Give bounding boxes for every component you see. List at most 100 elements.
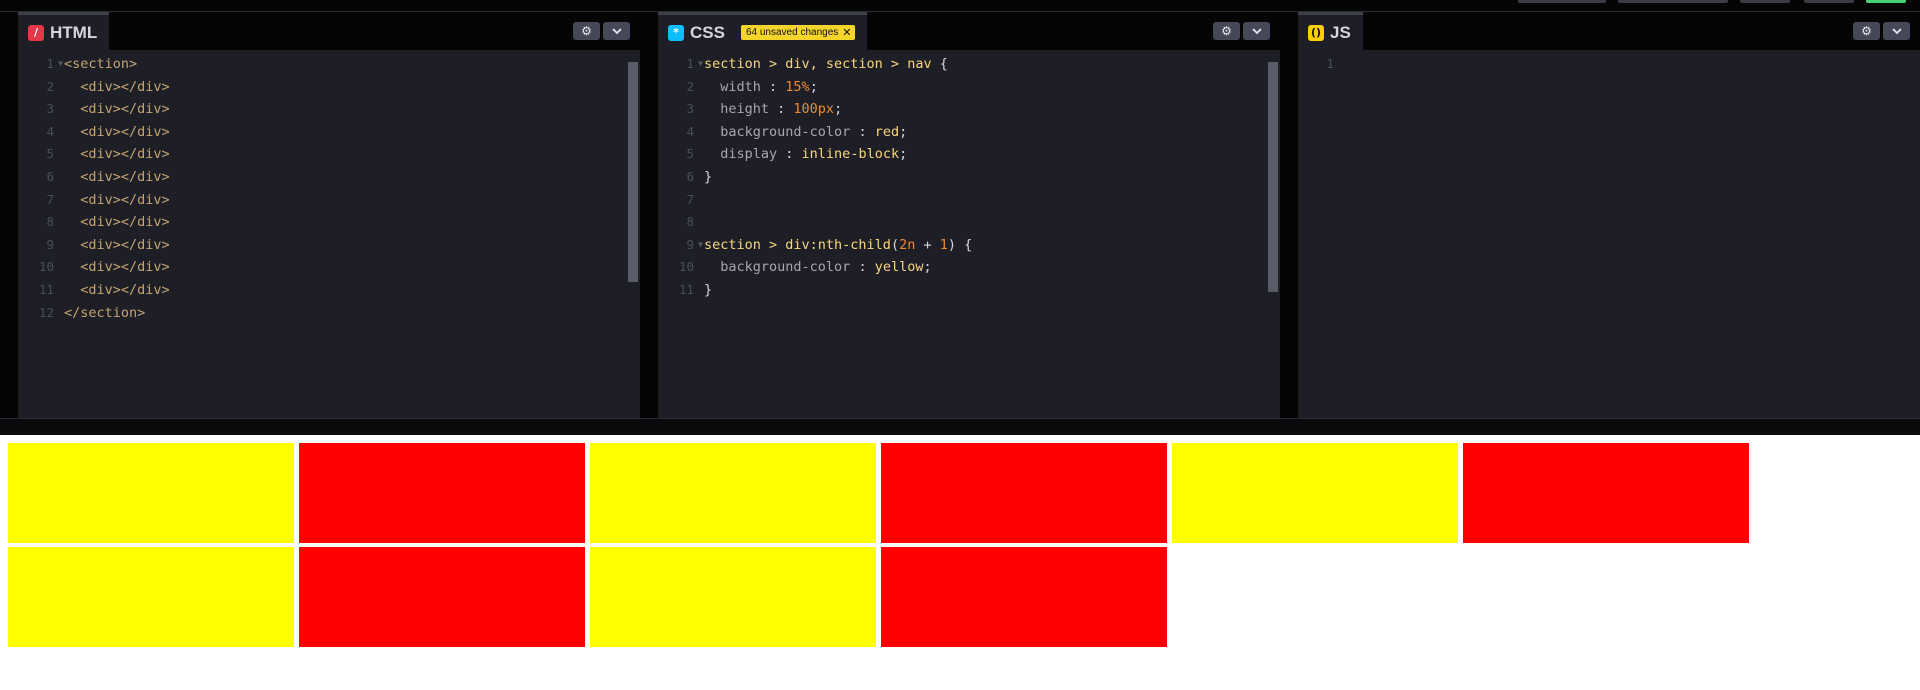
resize-divider[interactable] — [0, 418, 1920, 435]
preview-box-red — [881, 547, 1167, 647]
line-number: 8 — [686, 214, 694, 230]
code-text: width : 15%; — [704, 76, 818, 99]
line-number: 2 — [46, 78, 54, 94]
code-line: 3 height : 100px; — [658, 98, 1280, 121]
gear-icon: ⚙ — [1861, 24, 1872, 38]
html-scrollbar[interactable] — [628, 62, 638, 282]
js-editor-pane: () JS ⚙ 1 — [1298, 12, 1920, 418]
css-scrollbar[interactable] — [1268, 62, 1278, 292]
code-token: + — [915, 236, 940, 253]
code-text: height : 100px; — [704, 98, 842, 121]
top-control[interactable] — [1618, 0, 1728, 3]
html-tab-label: HTML — [50, 22, 98, 42]
fold-arrow-icon[interactable]: ▼ — [698, 53, 703, 76]
code-line: 2 <div></div> — [18, 76, 640, 99]
code-text: <section> — [64, 56, 138, 72]
line-number: 1 ▼ — [658, 53, 704, 76]
code-line: 1 — [1298, 53, 1920, 76]
js-tab[interactable]: () JS — [1298, 12, 1363, 50]
code-token: 15% — [785, 78, 810, 95]
top-bar — [0, 0, 1920, 12]
code-token: width — [704, 78, 770, 95]
line-number: 6 — [686, 168, 694, 184]
code-line: 11} — [658, 279, 1280, 302]
collapse-button[interactable] — [1883, 22, 1910, 40]
css-tab[interactable]: * CSS 64 unsaved changes ✕ — [658, 12, 868, 50]
preview-box-yellow — [590, 547, 876, 647]
code-text: <div></div> — [64, 259, 170, 276]
settings-button[interactable]: ⚙ — [1213, 22, 1240, 40]
css-code-area[interactable]: 1 ▼ section > div, section > nav { 2 width … — [658, 53, 1280, 418]
preview-box-yellow — [8, 547, 294, 647]
code-text: <div></div> — [64, 146, 170, 163]
chevron-down-icon — [1251, 28, 1262, 34]
js-code-area[interactable]: 1 — [1298, 53, 1920, 418]
code-text: <div></div> — [64, 123, 170, 140]
code-token: inline-block — [801, 146, 900, 163]
code-token: red — [874, 123, 900, 140]
settings-button[interactable]: ⚙ — [1853, 22, 1880, 40]
preview-box-yellow — [1172, 443, 1458, 543]
code-token: : — [777, 101, 794, 118]
preview-box-yellow — [8, 443, 294, 543]
line-number: 4 — [46, 123, 54, 139]
preview-box-red — [299, 547, 585, 647]
code-token: display — [704, 146, 786, 163]
gear-icon: ⚙ — [581, 24, 592, 38]
fold-arrow-icon[interactable]: ▼ — [698, 234, 703, 257]
code-line: 10 <div></div> — [18, 256, 640, 279]
code-line: 4 background-color : red; — [658, 121, 1280, 144]
fold-arrow-icon[interactable]: ▼ — [58, 53, 63, 76]
code-token: section > div:nth-child — [704, 236, 891, 253]
code-line: 9 ▼ section > div:nth-child(2n + 1) { — [658, 234, 1280, 257]
unsaved-changes-badge[interactable]: 64 unsaved changes ✕ — [740, 25, 856, 40]
settings-button[interactable]: ⚙ — [573, 22, 600, 40]
line-number: 11 — [678, 281, 694, 297]
code-token: } — [704, 281, 713, 298]
code-token: background-color — [704, 259, 859, 276]
code-token: : — [858, 259, 875, 276]
line-number: 5 — [686, 146, 694, 162]
line-number: 4 — [686, 123, 694, 139]
code-text: </section> — [64, 304, 146, 321]
line-number: 12 — [38, 304, 54, 320]
close-icon[interactable]: ✕ — [842, 26, 851, 39]
top-control[interactable] — [1740, 0, 1790, 3]
line-number: 9 ▼ — [658, 234, 704, 257]
html-tab[interactable]: / HTML — [18, 12, 110, 50]
chevron-down-icon — [1891, 28, 1902, 34]
line-number: 5 — [46, 146, 54, 162]
code-line: 1 ▼ section > div, section > nav { — [658, 53, 1280, 76]
top-control[interactable] — [1866, 0, 1906, 3]
code-line: 6 <div></div> — [18, 166, 640, 189]
code-token: : — [858, 123, 875, 140]
preview-box-red — [1463, 443, 1749, 543]
line-number: 9 — [46, 236, 54, 252]
line-number: 3 — [686, 101, 694, 117]
code-text: background-color : yellow; — [704, 256, 931, 279]
collapse-button[interactable] — [1243, 22, 1270, 40]
line-number: 11 — [38, 281, 54, 297]
top-control[interactable] — [1518, 0, 1606, 3]
line-number: 7 — [686, 191, 694, 207]
code-token: ; — [834, 101, 843, 118]
code-token: ( — [890, 236, 900, 253]
line-number: 3 — [46, 101, 54, 117]
code-text: <div></div> — [64, 281, 170, 298]
code-line: 6} — [658, 166, 1280, 189]
code-line: 5 display : inline-block; — [658, 143, 1280, 166]
code-line: 11 <div></div> — [18, 279, 640, 302]
preview-box-red — [881, 443, 1167, 543]
js-pane-header: () JS ⚙ — [1298, 12, 1920, 50]
code-token: section > div, section > nav — [704, 56, 940, 72]
code-token: 100px — [793, 101, 835, 118]
code-token: yellow — [874, 259, 924, 276]
code-text: section > div:nth-child(2n + 1) { — [704, 234, 972, 257]
collapse-button[interactable] — [603, 22, 630, 40]
code-token: 2n — [899, 236, 916, 253]
code-token: ; — [809, 78, 818, 95]
code-text: background-color : red; — [704, 121, 907, 144]
html-code-area[interactable]: 1 ▼ <section> 2 <div></div> 3 <div></div> 4 <… — [18, 53, 640, 418]
line-number: 2 — [686, 78, 694, 94]
top-control[interactable] — [1804, 0, 1854, 3]
